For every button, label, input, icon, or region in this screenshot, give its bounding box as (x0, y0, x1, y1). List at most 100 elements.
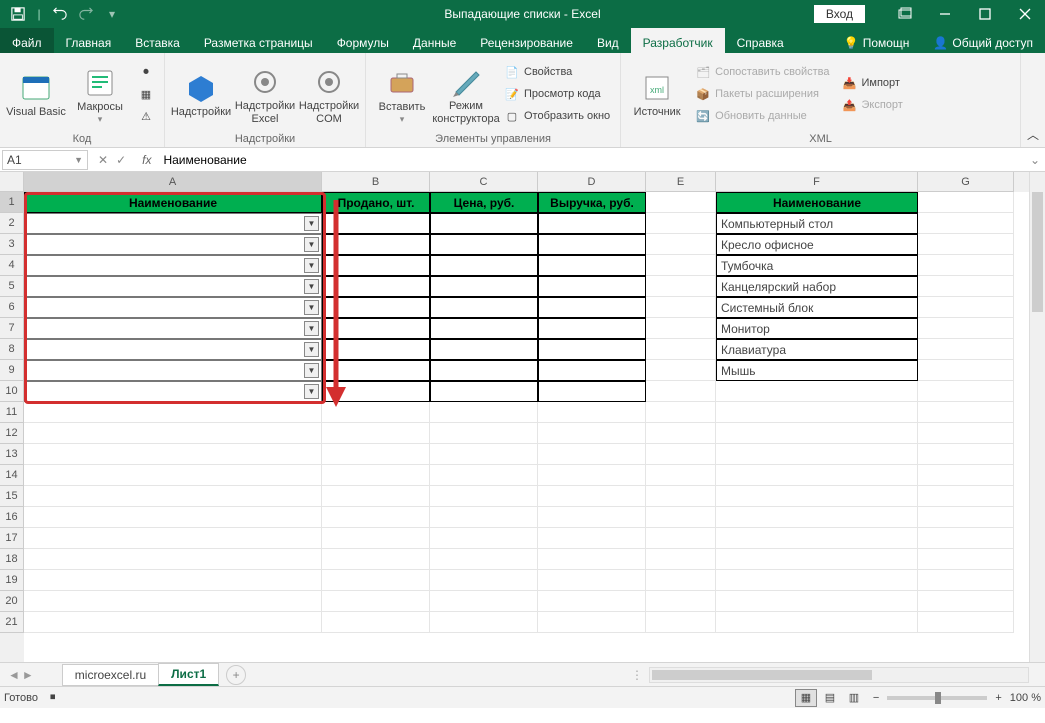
cell[interactable] (538, 507, 646, 528)
row-header[interactable]: 10 (0, 381, 24, 402)
cell[interactable] (322, 381, 430, 402)
cell[interactable] (538, 528, 646, 549)
tab-data[interactable]: Данные (401, 28, 468, 53)
tab-file[interactable]: Файл (0, 28, 54, 53)
cell[interactable] (646, 570, 716, 591)
cell[interactable] (646, 591, 716, 612)
cell[interactable] (322, 339, 430, 360)
cell[interactable] (24, 465, 322, 486)
macros-button[interactable]: Макросы▾ (70, 57, 130, 131)
view-normal-button[interactable]: ▦ (795, 689, 817, 707)
cell[interactable] (538, 591, 646, 612)
cell[interactable] (646, 612, 716, 633)
cell[interactable] (538, 402, 646, 423)
cell[interactable] (716, 507, 918, 528)
name-box[interactable]: A1▼ (2, 150, 88, 170)
cell[interactable] (716, 381, 918, 402)
macro-record-status-icon[interactable]: ⏹ (50, 691, 56, 704)
new-sheet-button[interactable]: + (226, 665, 246, 685)
zoom-level[interactable]: 100 % (1010, 692, 1041, 704)
cell[interactable] (24, 507, 322, 528)
properties-button[interactable]: 📄Свойства (500, 62, 614, 82)
cell[interactable] (918, 192, 1014, 213)
cell[interactable] (538, 297, 646, 318)
cell[interactable] (716, 591, 918, 612)
cell[interactable] (24, 402, 322, 423)
cell[interactable] (646, 528, 716, 549)
cell[interactable] (430, 297, 538, 318)
cell[interactable] (322, 423, 430, 444)
cell[interactable] (322, 255, 430, 276)
row-header[interactable]: 20 (0, 591, 24, 612)
row-header[interactable]: 6 (0, 297, 24, 318)
cell[interactable]: Выручка, руб. (538, 192, 646, 213)
zoom-in-button[interactable]: + (995, 692, 1001, 704)
dropdown-button[interactable]: ▼ (304, 321, 319, 336)
sheet-tab-inactive[interactable]: microexcel.ru (62, 664, 159, 686)
cell[interactable] (538, 276, 646, 297)
confirm-formula-button[interactable]: ✓ (116, 153, 126, 167)
zoom-thumb[interactable] (935, 692, 941, 704)
cell[interactable] (716, 402, 918, 423)
cell[interactable] (646, 402, 716, 423)
row-header[interactable]: 2 (0, 213, 24, 234)
design-mode-button[interactable]: Режим конструктора (436, 57, 496, 131)
maximize-button[interactable] (965, 0, 1005, 28)
map-properties-button[interactable]: 🗂Сопоставить свойства (691, 62, 833, 82)
tab-formulas[interactable]: Формулы (325, 28, 401, 53)
cell[interactable] (322, 318, 430, 339)
run-dialog-button[interactable]: ▢Отобразить окно (500, 106, 614, 126)
cell[interactable] (538, 465, 646, 486)
cell[interactable] (538, 234, 646, 255)
tab-help[interactable]: Справка (725, 28, 796, 53)
scroll-thumb-v[interactable] (1032, 192, 1043, 312)
cell[interactable] (646, 549, 716, 570)
cell[interactable] (322, 570, 430, 591)
cell[interactable] (430, 528, 538, 549)
cell[interactable] (322, 591, 430, 612)
addins-button[interactable]: Надстройки (171, 57, 231, 131)
cell[interactable] (716, 570, 918, 591)
cell[interactable] (24, 423, 322, 444)
collapse-ribbon-button[interactable]: ︿ (1021, 53, 1045, 147)
row-header[interactable]: 11 (0, 402, 24, 423)
cell[interactable] (430, 255, 538, 276)
ribbon-options-button[interactable] (885, 0, 925, 28)
cell[interactable] (918, 360, 1014, 381)
cell[interactable]: Компьютерный стол (716, 213, 918, 234)
cell[interactable]: Наименование (24, 192, 322, 213)
cell[interactable] (646, 381, 716, 402)
cell[interactable] (430, 570, 538, 591)
select-all-corner[interactable] (0, 172, 24, 192)
row-header[interactable]: 13 (0, 444, 24, 465)
dropdown-button[interactable]: ▼ (304, 258, 319, 273)
dropdown-button[interactable]: ▼ (304, 384, 319, 399)
cell[interactable] (918, 213, 1014, 234)
cell[interactable] (322, 402, 430, 423)
cell[interactable] (24, 486, 322, 507)
cell[interactable] (918, 570, 1014, 591)
cell[interactable] (322, 276, 430, 297)
row-header[interactable]: 9 (0, 360, 24, 381)
dropdown-button[interactable]: ▼ (304, 363, 319, 378)
tab-developer[interactable]: Разработчик (631, 28, 725, 53)
cell[interactable]: ▼ (24, 318, 322, 339)
view-page-layout-button[interactable]: ▤ (819, 689, 841, 707)
tab-home[interactable]: Главная (54, 28, 124, 53)
cell[interactable] (716, 612, 918, 633)
cell[interactable] (646, 318, 716, 339)
minimize-button[interactable] (925, 0, 965, 28)
cell[interactable]: Канцелярский набор (716, 276, 918, 297)
cell[interactable]: ▼ (24, 213, 322, 234)
cell[interactable] (918, 528, 1014, 549)
column-header[interactable]: G (918, 172, 1014, 192)
row-header[interactable]: 12 (0, 423, 24, 444)
cell[interactable] (538, 423, 646, 444)
cell[interactable] (322, 444, 430, 465)
column-header[interactable]: E (646, 172, 716, 192)
cell[interactable] (646, 234, 716, 255)
cell[interactable] (918, 402, 1014, 423)
view-code-button[interactable]: 📝Просмотр кода (500, 84, 614, 104)
zoom-slider[interactable] (887, 696, 987, 700)
column-header[interactable]: D (538, 172, 646, 192)
